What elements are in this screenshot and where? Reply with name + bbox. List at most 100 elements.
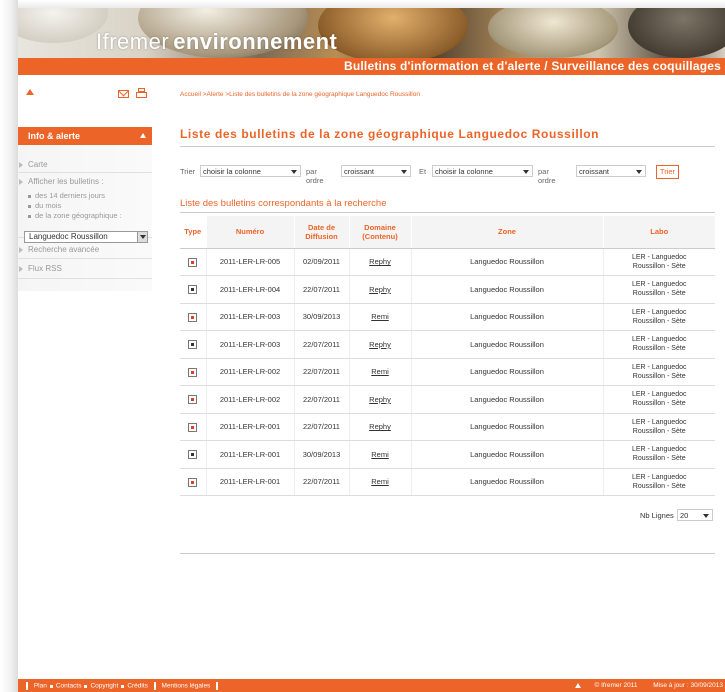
table-row[interactable]: 2011-LER-LR-001 22/07/2011 Rephy Languedoc … bbox=[180, 413, 715, 441]
bulletin-type-icon[interactable] bbox=[188, 257, 198, 267]
table-row[interactable]: 2011-LER-LR-001 22/07/2011 Remi Languedoc R… bbox=[180, 468, 715, 496]
col-header-domaine[interactable]: Domaine (Contenu) bbox=[348, 216, 411, 249]
domaine-link[interactable]: Remi bbox=[348, 303, 411, 331]
type-cell[interactable] bbox=[180, 358, 206, 386]
sort-order-select-2[interactable]: croissant bbox=[576, 165, 646, 177]
numero-cell[interactable]: 2011-LER-LR-001 bbox=[205, 440, 294, 469]
collapse-arrow-icon[interactable] bbox=[140, 133, 146, 138]
footer-link-copyright[interactable]: Copyright bbox=[90, 683, 118, 690]
domaine-link[interactable]: Rephy bbox=[348, 248, 411, 276]
divider bbox=[18, 172, 152, 173]
type-cell[interactable] bbox=[180, 385, 206, 414]
type-cell[interactable] bbox=[180, 248, 206, 276]
breadcrumb[interactable]: Accueil >Alerte >Liste des bulletins de … bbox=[180, 91, 420, 98]
footer-link-plan[interactable]: Plan bbox=[34, 683, 47, 690]
bulletin-type-icon[interactable] bbox=[188, 477, 198, 487]
site-logo[interactable]: Ifremer environnement bbox=[96, 29, 337, 55]
type-cell[interactable] bbox=[180, 275, 206, 304]
col-header-date[interactable]: Date de Diffusion bbox=[293, 216, 349, 249]
zone-cell: Languedoc Roussillon bbox=[410, 303, 603, 331]
print-icon[interactable] bbox=[136, 88, 147, 99]
sidebar-item-rss[interactable]: Flux RSS bbox=[18, 264, 152, 273]
chevron-down-icon bbox=[703, 514, 709, 518]
labo-cell: LER - Languedoc Roussillon - Sète bbox=[602, 385, 715, 414]
bullet-icon bbox=[28, 194, 31, 198]
divider bbox=[18, 278, 152, 279]
sidebar-section-header[interactable]: Info & alerte bbox=[18, 127, 152, 145]
type-cell[interactable] bbox=[180, 468, 206, 496]
chevron-down-icon[interactable] bbox=[137, 232, 147, 242]
sidebar-subitem-zone[interactable]: de la zone géographique : bbox=[28, 211, 122, 220]
bulletin-type-icon[interactable] bbox=[188, 395, 198, 404]
mail-icon[interactable] bbox=[118, 90, 129, 98]
footer-link-contacts[interactable]: Contacts bbox=[56, 683, 82, 690]
domaine-link[interactable]: Remi bbox=[348, 468, 411, 496]
order-label: par ordre bbox=[306, 167, 324, 185]
bulletin-type-icon[interactable] bbox=[188, 340, 198, 349]
type-cell[interactable] bbox=[180, 303, 206, 331]
sidebar-menu: Carte Afficher les bulletins : des 14 de… bbox=[18, 145, 152, 291]
sidebar-item-carte[interactable]: Carte bbox=[18, 160, 152, 169]
bulletin-type-icon[interactable] bbox=[188, 450, 198, 459]
sidebar-toolbar bbox=[18, 75, 152, 121]
sidebar-item-label: Flux RSS bbox=[28, 264, 62, 273]
labo-cell: LER - Languedoc Roussillon - Sète bbox=[602, 248, 715, 276]
table-row[interactable]: 2011-LER-LR-002 22/07/2011 Rephy Languedoc … bbox=[180, 385, 715, 414]
numero-cell[interactable]: 2011-LER-LR-002 bbox=[205, 385, 294, 414]
footer-link-credits[interactable]: Crédits bbox=[127, 683, 148, 690]
date-cell: 22/07/2011 bbox=[293, 413, 349, 441]
type-cell[interactable] bbox=[180, 330, 206, 359]
type-cell[interactable] bbox=[180, 440, 206, 469]
bulletin-type-icon[interactable] bbox=[188, 285, 198, 294]
col-header-labo[interactable]: Labo bbox=[602, 216, 715, 249]
numero-cell[interactable]: 2011-LER-LR-003 bbox=[205, 330, 294, 359]
sort-button[interactable]: Trier bbox=[656, 165, 679, 179]
table-header-row: Type Numéro Date de Diffusion Domaine (Con… bbox=[180, 216, 715, 249]
sort-column-select-1[interactable]: choisir la colonne bbox=[200, 165, 301, 177]
table-row[interactable]: 2011-LER-LR-002 22/07/2011 Remi Languedoc R… bbox=[180, 358, 715, 386]
date-cell: 30/09/2013 bbox=[293, 303, 349, 331]
arrow-up-icon[interactable] bbox=[574, 682, 581, 688]
labo-cell: LER - Languedoc Roussillon - Sète bbox=[602, 413, 715, 441]
table-row[interactable]: 2011-LER-LR-001 30/09/2013 Remi Languedoc R… bbox=[180, 440, 715, 469]
bulletin-type-icon[interactable] bbox=[188, 312, 198, 322]
domaine-link[interactable]: Remi bbox=[348, 440, 411, 469]
bulletin-type-icon[interactable] bbox=[188, 422, 198, 432]
numero-cell[interactable]: 2011-LER-LR-002 bbox=[205, 358, 294, 386]
sort-column-select-2[interactable]: choisir la colonne bbox=[432, 165, 533, 177]
col-header-type[interactable]: Type bbox=[180, 216, 206, 249]
header-subbar: Bulletins d'information et d'alerte / Su… bbox=[18, 58, 725, 75]
zone-select[interactable]: Languedoc Roussillon bbox=[24, 231, 148, 243]
sidebar-item-afficher[interactable]: Afficher les bulletins : bbox=[18, 177, 152, 186]
domaine-link[interactable]: Rephy bbox=[348, 385, 411, 414]
numero-cell[interactable]: 2011-LER-LR-004 bbox=[205, 275, 294, 304]
bullet-icon bbox=[84, 684, 88, 688]
arrow-up-icon[interactable] bbox=[26, 89, 34, 95]
numero-cell[interactable]: 2011-LER-LR-003 bbox=[205, 303, 294, 331]
sidebar-subitem-14-jours[interactable]: des 14 derniers jours bbox=[28, 191, 105, 200]
rows-per-page-select[interactable]: 20 bbox=[677, 509, 713, 521]
col-header-zone[interactable]: Zone bbox=[410, 216, 603, 249]
domaine-link[interactable]: Rephy bbox=[348, 330, 411, 359]
sidebar-item-label: Carte bbox=[28, 160, 48, 169]
sidebar-subitem-mois[interactable]: du mois bbox=[28, 201, 61, 210]
zone-cell: Languedoc Roussillon bbox=[410, 330, 603, 359]
domaine-link[interactable]: Rephy bbox=[348, 413, 411, 441]
sidebar-item-recherche[interactable]: Recherche avancée bbox=[18, 245, 152, 254]
table-row[interactable]: 2011-LER-LR-003 30/09/2013 Remi Languedoc R… bbox=[180, 303, 715, 331]
col-header-numero[interactable]: Numéro bbox=[205, 216, 294, 249]
table-row[interactable]: 2011-LER-LR-004 22/07/2011 Rephy Languedoc … bbox=[180, 275, 715, 304]
sort-order-select-1[interactable]: croissant bbox=[341, 165, 411, 177]
table-row[interactable]: 2011-LER-LR-003 22/07/2011 Rephy Languedoc … bbox=[180, 330, 715, 359]
numero-cell[interactable]: 2011-LER-LR-001 bbox=[205, 468, 294, 496]
numero-cell[interactable]: 2011-LER-LR-001 bbox=[205, 413, 294, 441]
domaine-link[interactable]: Remi bbox=[348, 358, 411, 386]
banner-shell-image bbox=[18, 8, 108, 43]
domaine-link[interactable]: Rephy bbox=[348, 275, 411, 304]
table-row[interactable]: 2011-LER-LR-005 02/09/2011 Rephy Languedoc … bbox=[180, 248, 715, 276]
footer-right: © Ifremer 2011 Mise à jour : 30/09/2013 bbox=[574, 682, 723, 689]
bulletin-type-icon[interactable] bbox=[188, 367, 198, 377]
footer-link-mentions[interactable]: Mentions légales bbox=[162, 683, 211, 690]
type-cell[interactable] bbox=[180, 413, 206, 441]
numero-cell[interactable]: 2011-LER-LR-005 bbox=[205, 248, 294, 276]
